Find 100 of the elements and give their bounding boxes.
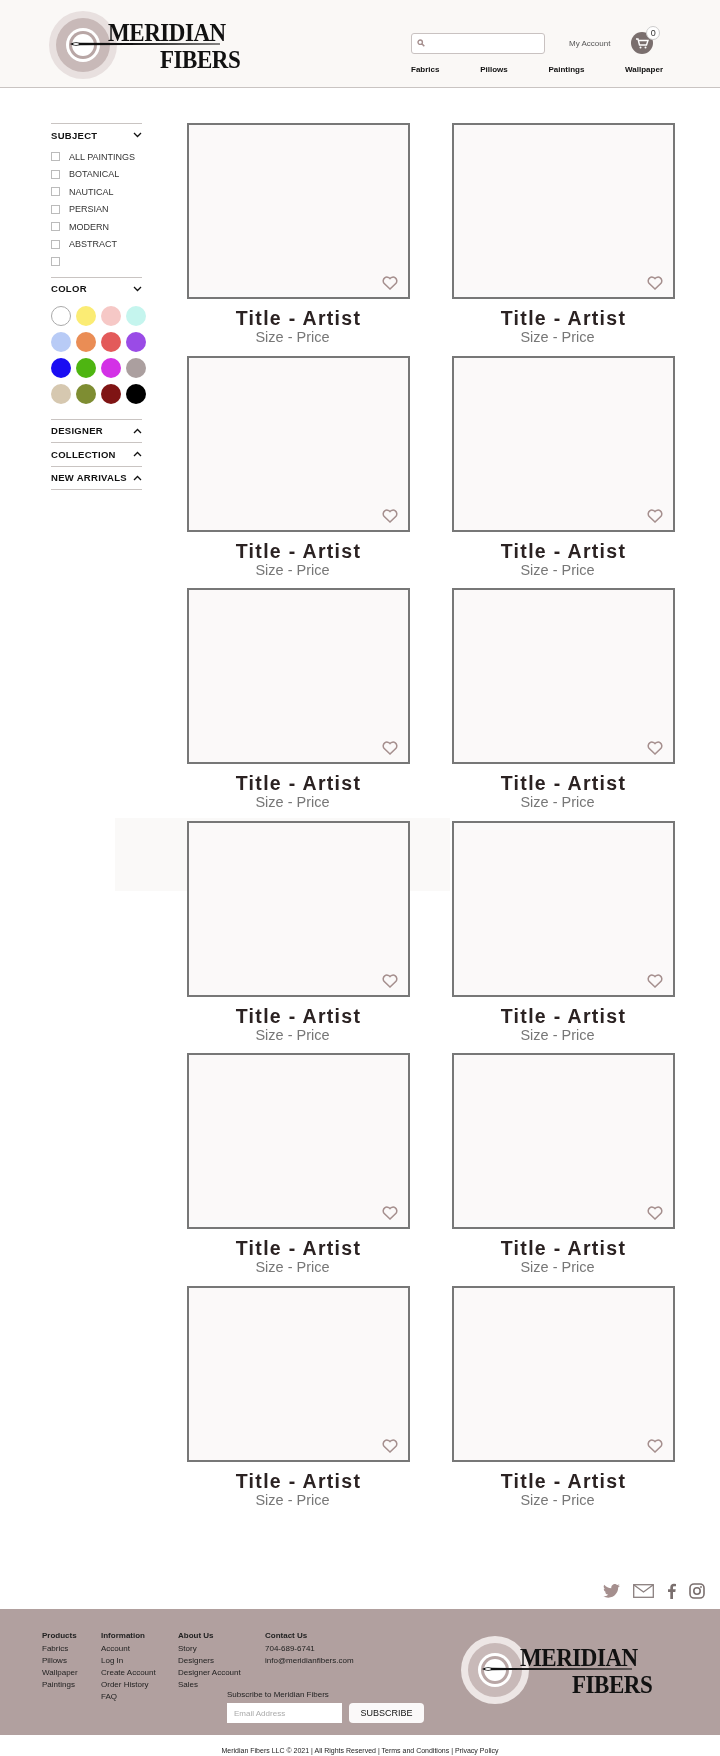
- product-title[interactable]: Title - Artist: [187, 1237, 410, 1260]
- color-swatch[interactable]: [76, 383, 96, 404]
- nav-link[interactable]: Wallpaper: [625, 65, 663, 74]
- heart-icon[interactable]: [382, 1438, 398, 1453]
- product-image-placeholder[interactable]: [452, 820, 675, 997]
- product-image-placeholder[interactable]: [187, 588, 410, 765]
- product-title[interactable]: Title - Artist: [187, 539, 410, 562]
- checkbox[interactable]: [51, 257, 60, 267]
- checkbox[interactable]: [51, 169, 60, 179]
- heart-icon[interactable]: [382, 973, 398, 988]
- product-title[interactable]: Title - Artist: [187, 772, 410, 795]
- mail-icon[interactable]: [633, 1584, 654, 1598]
- filter-heading[interactable]: NEW ARRIVALS: [51, 466, 142, 489]
- product-image-placeholder[interactable]: [452, 355, 675, 532]
- product-image-placeholder[interactable]: [187, 123, 410, 299]
- chevron-icon: [133, 474, 142, 481]
- filter-heading[interactable]: COLOR: [51, 277, 142, 300]
- instagram-icon[interactable]: [689, 1583, 705, 1599]
- footer-link[interactable]: Account: [101, 1643, 178, 1655]
- footer-link[interactable]: Story: [178, 1643, 265, 1655]
- color-swatch[interactable]: [101, 383, 121, 404]
- product-title[interactable]: Title - Artist: [452, 1237, 675, 1260]
- twitter-bird-icon[interactable]: [603, 1584, 620, 1598]
- product-image-placeholder[interactable]: [452, 588, 675, 765]
- filter-heading[interactable]: DESIGNER: [51, 419, 142, 442]
- checkbox-label[interactable]: ABSTRACT: [69, 239, 117, 250]
- color-swatch[interactable]: [51, 357, 71, 378]
- color-swatch[interactable]: [101, 357, 121, 378]
- checkbox-label[interactable]: ALL PAINTINGS: [69, 151, 136, 162]
- footer-link[interactable]: Order History: [101, 1679, 178, 1691]
- filter-heading[interactable]: COLLECTION: [51, 443, 142, 466]
- product-title[interactable]: Title - Artist: [187, 1004, 410, 1027]
- heart-icon[interactable]: [647, 1438, 663, 1453]
- footer-link[interactable]: Create Account: [101, 1667, 178, 1679]
- facebook-icon[interactable]: [667, 1583, 676, 1599]
- color-swatch[interactable]: [101, 331, 121, 352]
- product-title[interactable]: Title - Artist: [452, 307, 675, 329]
- heart-icon[interactable]: [647, 741, 663, 756]
- heart-icon[interactable]: [382, 741, 398, 756]
- checkbox[interactable]: [51, 239, 60, 249]
- color-swatch[interactable]: [76, 357, 96, 378]
- color-swatch[interactable]: [126, 305, 146, 326]
- color-swatch[interactable]: [76, 305, 96, 326]
- footer-link[interactable]: Paintings: [42, 1679, 101, 1691]
- color-swatch[interactable]: [76, 331, 96, 352]
- color-swatch[interactable]: [51, 305, 71, 326]
- color-swatch[interactable]: [126, 357, 146, 378]
- heart-icon[interactable]: [382, 508, 398, 523]
- checkbox-label[interactable]: MODERN: [69, 221, 109, 232]
- product-title[interactable]: Title - Artist: [452, 539, 675, 562]
- product-image-placeholder[interactable]: [452, 1053, 675, 1230]
- checkbox[interactable]: [51, 152, 60, 162]
- checkbox[interactable]: [51, 187, 60, 197]
- color-swatch[interactable]: [101, 305, 121, 326]
- heart-icon[interactable]: [647, 276, 663, 290]
- product-image-placeholder[interactable]: [187, 1285, 410, 1462]
- color-swatch[interactable]: [126, 331, 146, 352]
- search-field[interactable]: [411, 32, 545, 54]
- nav-link[interactable]: Paintings: [548, 65, 585, 74]
- product-title[interactable]: Title - Artist: [452, 772, 675, 795]
- product-title[interactable]: Title - Artist: [187, 307, 410, 329]
- footer-link[interactable]: 704-689-6741: [265, 1643, 365, 1655]
- heart-icon[interactable]: [382, 1206, 398, 1221]
- product-title[interactable]: Title - Artist: [452, 1004, 675, 1027]
- checkbox[interactable]: [51, 204, 60, 214]
- cart-icon[interactable]: [631, 32, 654, 54]
- logo-text: FIBERS: [572, 1672, 653, 1697]
- product-title[interactable]: Title - Artist: [187, 1469, 410, 1492]
- checkbox-label[interactable]: NAUTICAL: [69, 186, 114, 197]
- checkbox-label[interactable]: PERSIAN: [69, 204, 109, 215]
- heart-icon[interactable]: [382, 276, 398, 290]
- heart-icon[interactable]: [647, 1206, 663, 1221]
- footer-link[interactable]: Pillows: [42, 1655, 101, 1667]
- product-title[interactable]: Title - Artist: [452, 1469, 675, 1492]
- footer-link[interactable]: Log In: [101, 1655, 178, 1667]
- filter-heading[interactable]: SUBJECT: [51, 124, 142, 146]
- checkbox[interactable]: [51, 222, 60, 232]
- product-image-placeholder[interactable]: [187, 820, 410, 997]
- nav-link[interactable]: Fabrics: [411, 65, 440, 74]
- footer-link[interactable]: Designer Account: [178, 1667, 265, 1679]
- footer-link[interactable]: info@meridianfibers.com: [265, 1655, 365, 1667]
- product-image-placeholder[interactable]: [452, 1285, 675, 1462]
- heart-icon[interactable]: [647, 973, 663, 988]
- checkbox-label[interactable]: BOTANICAL: [69, 169, 120, 180]
- footer-link[interactable]: FAQ: [101, 1691, 178, 1703]
- footer-link[interactable]: Fabrics: [42, 1643, 101, 1655]
- product-image-placeholder[interactable]: [187, 355, 410, 532]
- footer-link[interactable]: Wallpaper: [42, 1667, 101, 1679]
- footer-link[interactable]: Designers: [178, 1655, 265, 1667]
- subscribe-button[interactable]: SUBSCRIBE: [349, 1703, 424, 1723]
- product-image-placeholder[interactable]: [187, 1053, 410, 1230]
- nav-link[interactable]: Pillows: [480, 65, 508, 74]
- heart-icon[interactable]: [647, 508, 663, 523]
- account-link[interactable]: My Account: [569, 38, 611, 48]
- footer-link[interactable]: Sales: [178, 1679, 265, 1691]
- color-swatch[interactable]: [126, 383, 146, 404]
- color-swatch[interactable]: [51, 383, 71, 404]
- product-image-placeholder[interactable]: [452, 123, 675, 299]
- email-field[interactable]: Email Address: [227, 1703, 342, 1723]
- color-swatch[interactable]: [51, 331, 71, 352]
